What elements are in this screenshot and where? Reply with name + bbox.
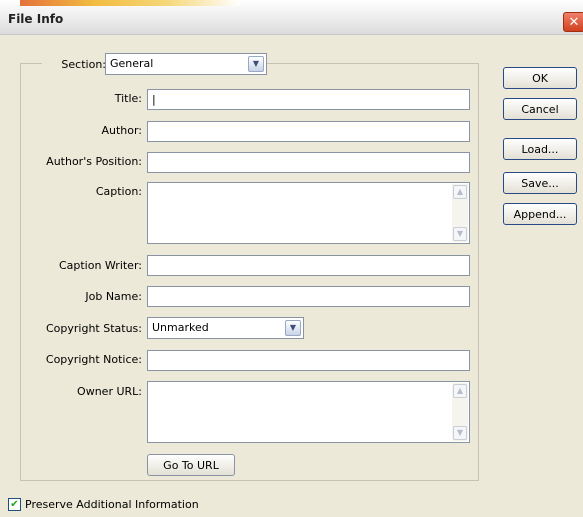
scroll-up-icon[interactable]: ▲ — [453, 384, 467, 398]
job-name-label: Job Name: — [85, 290, 142, 303]
go-to-url-button[interactable]: Go To URL — [147, 454, 235, 476]
copyright-notice-label: Copyright Notice: — [45, 353, 142, 366]
preserve-label[interactable]: Preserve Additional Information — [25, 498, 199, 511]
owner-url-scrollbar[interactable]: ▲ ▼ — [452, 383, 468, 441]
chevron-down-icon[interactable]: ▼ — [285, 320, 301, 336]
ok-button[interactable]: OK — [503, 67, 577, 89]
title-label: Title: — [114, 92, 142, 105]
authors-position-field[interactable] — [147, 152, 470, 173]
title-accent-strip — [20, 0, 240, 6]
scroll-up-icon[interactable]: ▲ — [453, 185, 467, 199]
copyright-status-value: Unmarked — [152, 321, 209, 334]
append-button[interactable]: Append... — [503, 203, 577, 225]
window-title: File Info — [8, 12, 64, 26]
caption-textarea[interactable]: ▲ ▼ — [147, 182, 470, 244]
author-field[interactable] — [147, 121, 470, 142]
copyright-status-label: Copyright Status: — [45, 322, 142, 335]
preserve-checkbox[interactable]: ✔ — [8, 498, 21, 511]
section-select-value: General — [110, 57, 154, 70]
close-button[interactable]: ✕ — [563, 12, 583, 32]
title-bar[interactable]: File Info — [0, 0, 583, 35]
authors-position-label: Author's Position: — [46, 155, 142, 168]
caption-label: Caption: — [95, 185, 142, 198]
copyright-notice-field[interactable] — [147, 350, 470, 371]
close-icon: ✕ — [568, 14, 580, 30]
scroll-down-icon[interactable]: ▼ — [453, 426, 467, 440]
job-name-field[interactable] — [147, 286, 470, 307]
save-button[interactable]: Save... — [503, 172, 577, 194]
caption-writer-label: Caption Writer: — [58, 259, 142, 272]
checkmark-icon: ✔ — [10, 499, 19, 510]
load-button[interactable]: Load... — [503, 138, 577, 160]
owner-url-textarea[interactable]: ▲ ▼ — [147, 381, 470, 443]
author-label: Author: — [101, 124, 142, 137]
section-label: Section: — [42, 58, 106, 71]
section-select[interactable]: General ▼ — [105, 53, 267, 75]
owner-url-label: Owner URL: — [77, 385, 142, 398]
scroll-down-icon[interactable]: ▼ — [453, 227, 467, 241]
cancel-button[interactable]: Cancel — [503, 98, 577, 120]
chevron-down-icon[interactable]: ▼ — [248, 56, 264, 72]
title-field[interactable]: | — [147, 89, 470, 110]
caption-scrollbar[interactable]: ▲ ▼ — [452, 184, 468, 242]
copyright-status-select[interactable]: Unmarked ▼ — [147, 317, 304, 339]
caption-writer-field[interactable] — [147, 255, 470, 276]
